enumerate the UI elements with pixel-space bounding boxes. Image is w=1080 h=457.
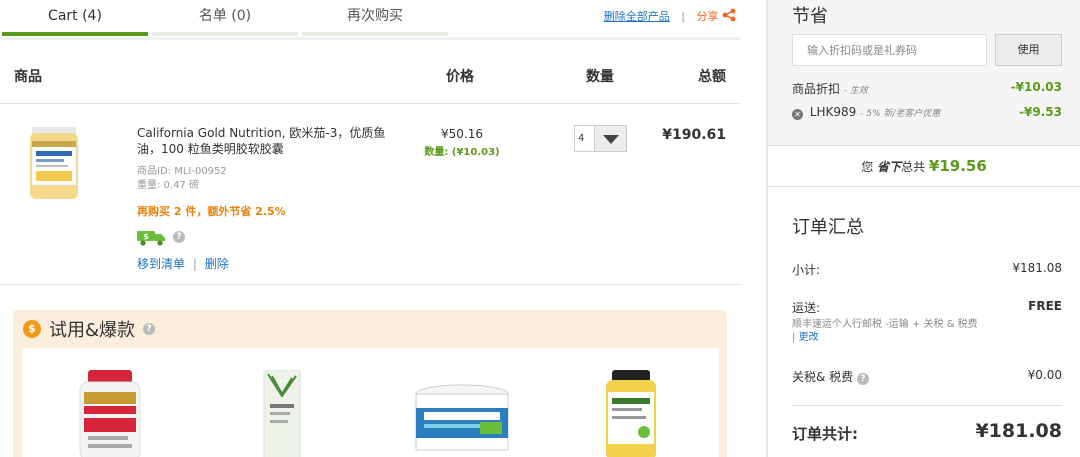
subtotal-row: 小计: ¥181.08	[792, 261, 1062, 278]
grand-total-label: 订单共计:	[792, 425, 858, 443]
shipping-summary-row: 运送: FREE 顺丰速运个人行邮税 -运输 + 关税 & 税费 | 更改	[792, 299, 1062, 344]
quantity-discount: 数量: (¥10.03)	[424, 147, 500, 158]
trial-product-tea-tree-balm[interactable]	[414, 384, 510, 456]
cart-item-info: California Gold Nutrition, 欧米茄-3，优质鱼油，10…	[137, 125, 397, 272]
coupon-amount: -¥9.53	[1019, 105, 1062, 119]
total-saved-banner: 您 省下总共 ¥19.56	[767, 145, 1080, 187]
cart-tabs: Cart (4) 名单 (0) 再次购买 删除全部产品 | 分享	[0, 0, 740, 40]
trial-section: $ 试用&爆款 ?	[13, 310, 727, 457]
product-discount-row: 商品折扣 - 生效 -¥10.03	[792, 80, 1062, 97]
coupon-note: - 5% 新/老客户优惠	[860, 109, 941, 119]
product-id: 商品ID: MLI-00952	[137, 166, 227, 177]
shipping-help-icon[interactable]: ?	[173, 231, 185, 243]
trial-header: $ 试用&爆款 ?	[23, 316, 156, 342]
coupon-input[interactable]	[792, 34, 987, 66]
coin-icon: $	[23, 320, 41, 338]
remove-coupon-icon[interactable]: ✕	[792, 109, 803, 120]
saved-emph: 省下	[877, 160, 902, 174]
summary-divider	[792, 405, 1062, 406]
bulk-promo-text: 再购买 2 件，额外节省 2.5%	[137, 205, 286, 218]
trial-product-spirulina[interactable]	[604, 370, 658, 457]
truck-icon: $	[137, 231, 165, 246]
grand-total-value: ¥181.08	[975, 420, 1062, 442]
tab-actions: 删除全部产品 | 分享	[604, 8, 736, 24]
tax-label: 关税& 税费	[792, 370, 854, 384]
unit-price-cell: ¥50.16 数量: (¥10.03)	[402, 127, 522, 158]
change-shipping-link[interactable]: 更改	[799, 332, 819, 343]
summary-title: 订单汇总	[792, 217, 864, 238]
quantity-select[interactable]: 4	[574, 125, 627, 152]
trial-help-icon[interactable]: ?	[143, 323, 156, 335]
coupon-row: ✕ LHK989 - 5% 新/老客户优惠 -¥9.53	[792, 105, 1062, 120]
cart-panel: Cart (4) 名单 (0) 再次购买 删除全部产品 | 分享 商品 价格 数…	[0, 0, 740, 457]
tab-buy-again-label: 再次购买	[347, 8, 403, 24]
share-link[interactable]: 分享	[696, 8, 737, 23]
chevron-down-icon[interactable]	[594, 126, 626, 151]
product-weight: 重量: 0.47 磅	[137, 180, 199, 191]
product-discount-amount: -¥10.03	[1010, 80, 1062, 94]
tax-help-icon[interactable]: ?	[857, 373, 870, 385]
item-actions-separator: |	[192, 257, 197, 271]
column-product: 商品	[14, 69, 42, 85]
apply-coupon-button[interactable]: 使用	[995, 34, 1062, 66]
unit-price: ¥50.16	[441, 127, 483, 141]
delete-all-link[interactable]: 删除全部产品	[604, 10, 670, 23]
shipping-note: 顺丰速运个人行邮税 -运输 + 关税 & 税费 |	[792, 319, 978, 343]
subtotal-label: 小计:	[792, 263, 821, 277]
shipping-row: $ ?	[137, 227, 397, 247]
tax-value: ¥0.00	[1027, 368, 1062, 382]
shipping-label: 运送:	[792, 301, 821, 315]
delete-item-link[interactable]: 删除	[205, 257, 229, 271]
savings-title: 节省	[792, 6, 828, 27]
line-total: ¥190.61	[662, 127, 726, 143]
tax-row: 关税& 税费 ? ¥0.00	[792, 368, 1062, 385]
product-thumbnail[interactable]	[28, 123, 80, 203]
savings-panel: 节省 使用 商品折扣 - 生效 -¥10.03 ✕ LHK989 - 5% 新/…	[767, 0, 1080, 145]
quantity-value: 4	[578, 133, 585, 144]
cart-column-headers: 商品 价格 数量 总额	[0, 40, 740, 104]
trial-product-retinol-serum[interactable]	[262, 370, 302, 457]
saved-prefix: 您	[861, 160, 874, 174]
tab-cart-label: Cart (4)	[48, 8, 102, 24]
svg-text:$: $	[143, 232, 149, 241]
order-summary: 订单汇总 小计: ¥181.08 运送: FREE 顺丰速运个人行邮税 -运输 …	[767, 187, 1080, 457]
item-actions: 移到清单 | 删除	[137, 255, 397, 272]
subtotal-value: ¥181.08	[1012, 261, 1062, 275]
move-to-list-link[interactable]: 移到清单	[137, 257, 185, 271]
tab-wishlist[interactable]: 名单 (0)	[150, 0, 300, 36]
tab-buy-again[interactable]: 再次购买	[300, 0, 450, 36]
trial-product-vitamin-d[interactable]	[78, 370, 142, 457]
share-label: 分享	[696, 10, 719, 23]
saved-mid: 总共	[901, 160, 926, 174]
trial-title: 试用&爆款	[49, 320, 136, 341]
column-quantity: 数量	[586, 69, 614, 85]
cart-item: California Gold Nutrition, 欧米茄-3，优质鱼油，10…	[0, 105, 740, 285]
grand-total-row: 订单共计: ¥181.08	[792, 420, 1062, 444]
column-total: 总额	[698, 69, 726, 85]
tab-actions-separator: |	[681, 10, 685, 23]
trial-products	[22, 348, 719, 457]
share-icon	[722, 8, 736, 22]
saved-amount: ¥19.56	[928, 157, 987, 175]
product-title[interactable]: California Gold Nutrition, 欧米茄-3，优质鱼油，10…	[137, 125, 397, 157]
checkout-sidebar: 节省 使用 商品折扣 - 生效 -¥10.03 ✕ LHK989 - 5% 新/…	[767, 0, 1080, 457]
coupon-code: LHK989	[809, 105, 857, 119]
tab-wishlist-label: 名单 (0)	[198, 8, 252, 24]
column-price: 价格	[446, 69, 474, 85]
product-discount-note: - 生效	[843, 86, 868, 96]
shipping-value: FREE	[1028, 299, 1062, 313]
shipping-note-block: 顺丰速运个人行邮税 -运输 + 关税 & 税费 | 更改	[792, 318, 982, 344]
product-discount-label: 商品折扣	[792, 82, 841, 96]
tab-cart[interactable]: Cart (4)	[0, 0, 150, 36]
